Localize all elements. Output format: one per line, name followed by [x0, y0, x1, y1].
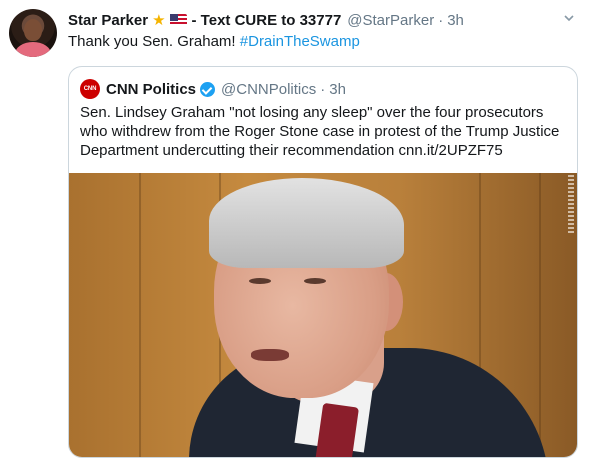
- avatar-body: [15, 42, 51, 57]
- star-icon: ★: [152, 12, 166, 29]
- us-flag-icon: [169, 14, 187, 26]
- quoted-tweet-text: Sen. Lindsey Graham "not losing any slee…: [80, 104, 560, 159]
- tweet-header: Star Parker ★ - Text CURE to 33777 @Star…: [68, 10, 579, 30]
- photo-watermark: [568, 175, 574, 235]
- tweet-timestamp[interactable]: 3h: [447, 12, 464, 29]
- separator-dot: ·: [438, 11, 444, 29]
- avatar-face: [24, 19, 42, 41]
- photo-eye: [249, 278, 271, 284]
- quoted-author-name: CNN Politics: [106, 80, 197, 98]
- author-name-suffix[interactable]: - Text CURE to 33777: [192, 12, 342, 29]
- photo-hair: [209, 178, 404, 268]
- photo-eye: [304, 278, 326, 284]
- author-name[interactable]: Star Parker: [68, 12, 148, 29]
- wood-grain-line: [539, 173, 541, 457]
- cnn-logo-avatar: CNN: [80, 79, 100, 99]
- quoted-timestamp: 3h: [329, 80, 346, 98]
- quoted-tweet-header: CNN CNN Politics @CNNPolitics · 3h: [80, 79, 346, 99]
- quoted-separator-dot: ·: [320, 80, 326, 98]
- photo-tie: [315, 402, 360, 457]
- wood-grain-line: [139, 173, 141, 457]
- author-avatar[interactable]: [9, 9, 57, 57]
- chevron-down-icon[interactable]: [563, 12, 575, 24]
- verified-badge-icon: [200, 81, 216, 97]
- tweet-text: Thank you Sen. Graham! #DrainTheSwamp: [68, 32, 360, 52]
- photo-mouth: [251, 349, 289, 361]
- quoted-author-handle: @CNNPolitics: [221, 80, 317, 98]
- tweet-text-body: Thank you Sen. Graham!: [68, 33, 240, 50]
- quoted-tweet[interactable]: CNN CNN Politics @CNNPolitics · 3h Sen. …: [68, 66, 578, 458]
- quoted-tweet-photo[interactable]: [69, 173, 577, 457]
- hashtag-link[interactable]: #DrainTheSwamp: [240, 33, 360, 50]
- author-handle[interactable]: @StarParker: [347, 12, 434, 29]
